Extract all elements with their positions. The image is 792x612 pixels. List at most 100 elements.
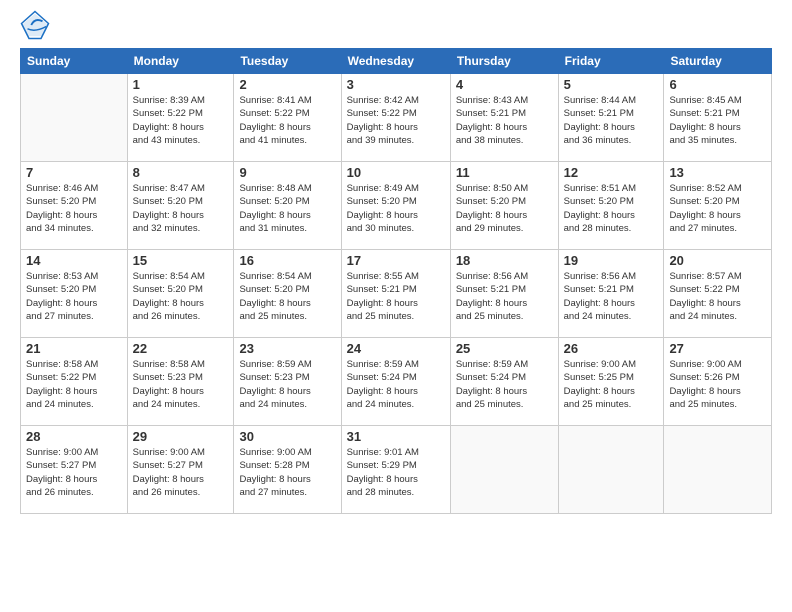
calendar-cell: 30 Sunrise: 9:00 AM Sunset: 5:28 PM Dayli… (234, 426, 341, 514)
calendar-cell: 7 Sunrise: 8:46 AM Sunset: 5:20 PM Daylig… (21, 162, 128, 250)
column-header-thursday: Thursday (450, 49, 558, 74)
calendar-cell: 27Sunrise: 9:00 AM Sunset: 5:26 PM Dayli… (664, 338, 772, 426)
week-row-5: 28Sunrise: 9:00 AM Sunset: 5:27 PM Dayli… (21, 426, 772, 514)
day-number: 23 (239, 341, 335, 356)
page: SundayMondayTuesdayWednesdayThursdayFrid… (0, 0, 792, 612)
logo (20, 15, 52, 40)
column-header-wednesday: Wednesday (341, 49, 450, 74)
day-number: 10 (347, 165, 445, 180)
day-number: 30 (239, 429, 335, 444)
day-details: Sunrise: 9:00 AM Sunset: 5:27 PM Dayligh… (26, 446, 122, 499)
day-details: Sunrise: 9:01 AM Sunset: 5:29 PM Dayligh… (347, 446, 445, 499)
day-number: 18 (456, 253, 553, 268)
day-number: 5 (564, 77, 659, 92)
calendar-cell: 24 Sunrise: 8:59 AM Sunset: 5:24 PM Dayli… (341, 338, 450, 426)
day-details: Sunrise: 8:39 AM Sunset: 5:22 PM Dayligh… (133, 94, 229, 147)
calendar-cell: 20 Sunrise: 8:57 AM Sunset: 5:22 PM Dayli… (664, 250, 772, 338)
day-number: 19 (564, 253, 659, 268)
calendar-cell: 17 Sunrise: 8:55 AM Sunset: 5:21 PM Dayli… (341, 250, 450, 338)
calendar-cell: 13Sunrise: 8:52 AM Sunset: 5:20 PM Dayli… (664, 162, 772, 250)
logo-icon (20, 10, 50, 40)
week-row-1: 1Sunrise: 8:39 AM Sunset: 5:22 PM Daylig… (21, 74, 772, 162)
day-number: 16 (239, 253, 335, 268)
day-details: Sunrise: 8:56 AM Sunset: 5:21 PM Dayligh… (456, 270, 553, 323)
calendar-cell: 28Sunrise: 9:00 AM Sunset: 5:27 PM Dayli… (21, 426, 128, 514)
column-header-monday: Monday (127, 49, 234, 74)
calendar-cell: 12Sunrise: 8:51 AM Sunset: 5:20 PM Dayli… (558, 162, 664, 250)
column-header-tuesday: Tuesday (234, 49, 341, 74)
day-details: Sunrise: 9:00 AM Sunset: 5:28 PM Dayligh… (239, 446, 335, 499)
calendar-cell: 14 Sunrise: 8:53 AM Sunset: 5:20 PM Dayli… (21, 250, 128, 338)
calendar-cell: 1Sunrise: 8:39 AM Sunset: 5:22 PM Daylig… (127, 74, 234, 162)
calendar-cell (558, 426, 664, 514)
calendar-cell: 6 Sunrise: 8:45 AM Sunset: 5:21 PM Daylig… (664, 74, 772, 162)
day-number: 4 (456, 77, 553, 92)
column-header-friday: Friday (558, 49, 664, 74)
day-number: 13 (669, 165, 766, 180)
day-details: Sunrise: 8:53 AM Sunset: 5:20 PM Dayligh… (26, 270, 122, 323)
day-number: 3 (347, 77, 445, 92)
calendar-cell: 29Sunrise: 9:00 AM Sunset: 5:27 PM Dayli… (127, 426, 234, 514)
day-details: Sunrise: 9:00 AM Sunset: 5:25 PM Dayligh… (564, 358, 659, 411)
header (20, 15, 772, 40)
calendar-cell: 16 Sunrise: 8:54 AM Sunset: 5:20 PM Dayli… (234, 250, 341, 338)
day-details: Sunrise: 8:46 AM Sunset: 5:20 PM Dayligh… (26, 182, 122, 235)
column-header-sunday: Sunday (21, 49, 128, 74)
calendar-cell: 25 Sunrise: 8:59 AM Sunset: 5:24 PM Dayli… (450, 338, 558, 426)
day-details: Sunrise: 8:54 AM Sunset: 5:20 PM Dayligh… (133, 270, 229, 323)
day-details: Sunrise: 9:00 AM Sunset: 5:26 PM Dayligh… (669, 358, 766, 411)
day-details: Sunrise: 8:54 AM Sunset: 5:20 PM Dayligh… (239, 270, 335, 323)
calendar-cell (664, 426, 772, 514)
calendar-cell: 26 Sunrise: 9:00 AM Sunset: 5:25 PM Dayli… (558, 338, 664, 426)
day-number: 21 (26, 341, 122, 356)
day-details: Sunrise: 8:41 AM Sunset: 5:22 PM Dayligh… (239, 94, 335, 147)
header-row: SundayMondayTuesdayWednesdayThursdayFrid… (21, 49, 772, 74)
calendar-cell (21, 74, 128, 162)
calendar-cell: 5Sunrise: 8:44 AM Sunset: 5:21 PM Daylig… (558, 74, 664, 162)
column-header-saturday: Saturday (664, 49, 772, 74)
calendar-cell: 10 Sunrise: 8:49 AM Sunset: 5:20 PM Dayli… (341, 162, 450, 250)
day-number: 26 (564, 341, 659, 356)
day-number: 8 (133, 165, 229, 180)
day-number: 2 (239, 77, 335, 92)
calendar-cell: 8Sunrise: 8:47 AM Sunset: 5:20 PM Daylig… (127, 162, 234, 250)
day-details: Sunrise: 8:59 AM Sunset: 5:23 PM Dayligh… (239, 358, 335, 411)
day-details: Sunrise: 8:58 AM Sunset: 5:23 PM Dayligh… (133, 358, 229, 411)
calendar-cell: 3 Sunrise: 8:42 AM Sunset: 5:22 PM Daylig… (341, 74, 450, 162)
week-row-2: 7 Sunrise: 8:46 AM Sunset: 5:20 PM Daylig… (21, 162, 772, 250)
day-number: 17 (347, 253, 445, 268)
day-number: 6 (669, 77, 766, 92)
day-number: 29 (133, 429, 229, 444)
day-details: Sunrise: 8:42 AM Sunset: 5:22 PM Dayligh… (347, 94, 445, 147)
day-number: 14 (26, 253, 122, 268)
day-number: 31 (347, 429, 445, 444)
day-number: 20 (669, 253, 766, 268)
calendar-cell (450, 426, 558, 514)
day-number: 11 (456, 165, 553, 180)
day-details: Sunrise: 8:50 AM Sunset: 5:20 PM Dayligh… (456, 182, 553, 235)
calendar-cell: 19 Sunrise: 8:56 AM Sunset: 5:21 PM Dayli… (558, 250, 664, 338)
day-details: Sunrise: 8:55 AM Sunset: 5:21 PM Dayligh… (347, 270, 445, 323)
day-details: Sunrise: 8:58 AM Sunset: 5:22 PM Dayligh… (26, 358, 122, 411)
day-number: 22 (133, 341, 229, 356)
calendar-cell: 9 Sunrise: 8:48 AM Sunset: 5:20 PM Daylig… (234, 162, 341, 250)
day-number: 7 (26, 165, 122, 180)
day-details: Sunrise: 8:59 AM Sunset: 5:24 PM Dayligh… (347, 358, 445, 411)
day-number: 15 (133, 253, 229, 268)
day-number: 25 (456, 341, 553, 356)
day-details: Sunrise: 8:57 AM Sunset: 5:22 PM Dayligh… (669, 270, 766, 323)
calendar-cell: 31 Sunrise: 9:01 AM Sunset: 5:29 PM Dayli… (341, 426, 450, 514)
day-details: Sunrise: 8:48 AM Sunset: 5:20 PM Dayligh… (239, 182, 335, 235)
day-details: Sunrise: 8:59 AM Sunset: 5:24 PM Dayligh… (456, 358, 553, 411)
day-number: 24 (347, 341, 445, 356)
week-row-4: 21 Sunrise: 8:58 AM Sunset: 5:22 PM Dayli… (21, 338, 772, 426)
day-details: Sunrise: 8:56 AM Sunset: 5:21 PM Dayligh… (564, 270, 659, 323)
calendar-cell: 11 Sunrise: 8:50 AM Sunset: 5:20 PM Dayli… (450, 162, 558, 250)
calendar-cell: 2 Sunrise: 8:41 AM Sunset: 5:22 PM Daylig… (234, 74, 341, 162)
day-number: 12 (564, 165, 659, 180)
day-number: 9 (239, 165, 335, 180)
day-details: Sunrise: 8:49 AM Sunset: 5:20 PM Dayligh… (347, 182, 445, 235)
day-details: Sunrise: 8:45 AM Sunset: 5:21 PM Dayligh… (669, 94, 766, 147)
calendar: SundayMondayTuesdayWednesdayThursdayFrid… (20, 48, 772, 514)
week-row-3: 14 Sunrise: 8:53 AM Sunset: 5:20 PM Dayli… (21, 250, 772, 338)
